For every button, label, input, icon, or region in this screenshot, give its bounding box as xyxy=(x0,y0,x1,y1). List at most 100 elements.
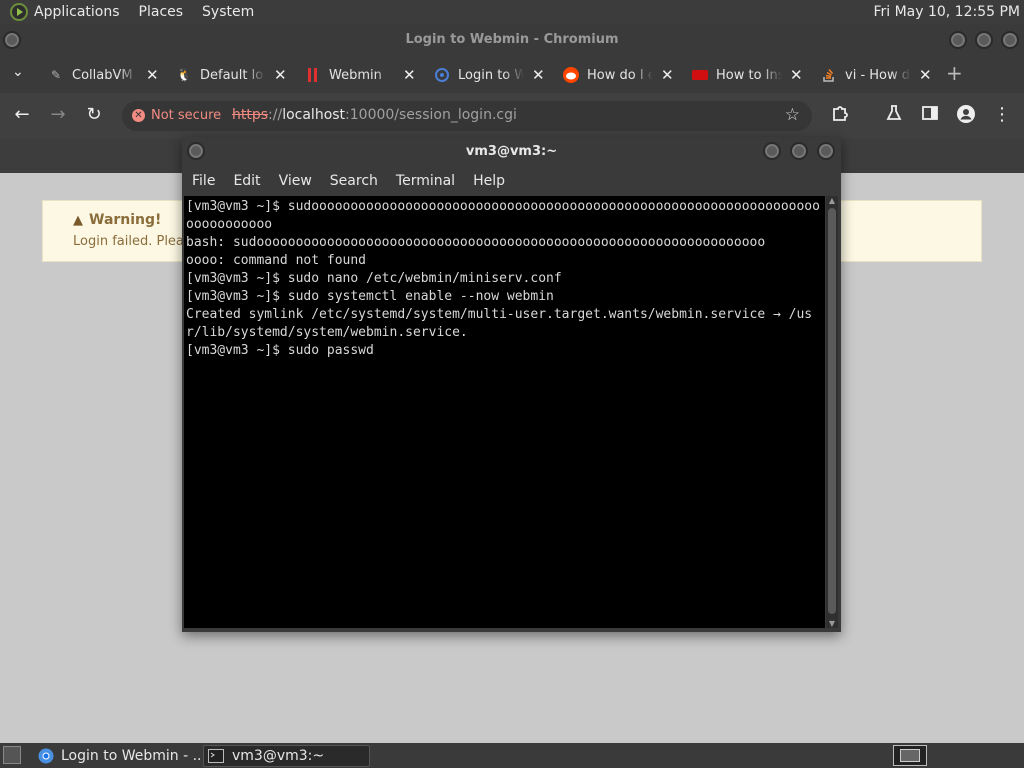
terminal-menu-help[interactable]: Help xyxy=(473,173,505,189)
terminal-menu-terminal[interactable]: Terminal xyxy=(396,173,455,189)
chrome-menu-kebab-icon[interactable]: ⋮ xyxy=(991,104,1013,125)
tab-search-chevron-icon[interactable]: ⌄ xyxy=(12,64,24,80)
tab-label: Login to W xyxy=(458,67,524,83)
browser-window-title: Login to Webmin - Chromium xyxy=(405,32,619,47)
extensions-puzzle-icon[interactable] xyxy=(829,104,851,127)
terminal-line: [vm3@vm3 ~]$ sudo passwd xyxy=(186,343,374,358)
taskbar-item-label: vm3@vm3:~ xyxy=(232,748,325,764)
terminal-menu-file[interactable]: File xyxy=(192,173,215,189)
close-window-button[interactable] xyxy=(1001,31,1019,49)
tab-how-to-install[interactable]: How to Ins ✕ xyxy=(692,60,803,90)
reddit-icon xyxy=(563,67,579,83)
tab-strip: ⌄ ✎ CollabVM ✕ 🐧 Default lo ✕ Webmin ✕ L… xyxy=(0,57,1024,93)
warning-heading: ▲ Warning! xyxy=(73,212,161,228)
terminal-scrollbar[interactable]: ▲ ▼ xyxy=(826,196,838,628)
labs-flask-icon[interactable] xyxy=(883,104,905,127)
url-scheme: https xyxy=(232,107,269,123)
terminal-window: vm3@vm3:~ File Edit View Search Terminal… xyxy=(182,137,841,632)
maximize-button[interactable] xyxy=(975,31,993,49)
workspace-switcher[interactable] xyxy=(893,745,927,766)
tab-close-icon[interactable]: ✕ xyxy=(403,66,416,84)
not-secure-icon: ✕ xyxy=(132,109,145,122)
terminal-titlebar[interactable]: vm3@vm3:~ xyxy=(182,137,841,167)
terminal-menubar: File Edit View Search Terminal Help xyxy=(182,167,841,195)
terminal-close-button[interactable] xyxy=(817,142,835,160)
bookmark-star-icon[interactable]: ☆ xyxy=(785,105,800,125)
terminal-line: ooooooooooo xyxy=(186,217,273,232)
browser-toolbar: ← → ↻ ✕ Not secure https://localhost:100… xyxy=(0,93,1024,139)
workspace-window-preview xyxy=(900,749,920,762)
tab-default-login[interactable]: 🐧 Default lo ✕ xyxy=(176,60,287,90)
address-bar[interactable]: ✕ Not secure https://localhost:10000/ses… xyxy=(122,101,812,131)
tab-close-icon[interactable]: ✕ xyxy=(274,66,287,84)
applications-menu[interactable]: Applications xyxy=(34,4,120,20)
tab-label: How do I e xyxy=(587,67,653,83)
tab-label: How to Ins xyxy=(716,67,782,83)
tab-webmin[interactable]: Webmin ✕ xyxy=(305,60,416,90)
taskbar-item-chromium[interactable]: Login to Webmin - ... xyxy=(34,745,206,767)
terminal-menu-view[interactable]: View xyxy=(279,173,312,189)
panel-clock[interactable]: Fri May 10, 12:55 PM xyxy=(873,0,1020,24)
back-arrow-icon[interactable]: ← xyxy=(11,104,33,125)
collabvm-icon: ✎ xyxy=(50,68,62,82)
taskbar-item-terminal[interactable]: vm3@vm3:~ xyxy=(203,745,370,767)
terminal-menu-edit[interactable]: Edit xyxy=(233,173,260,189)
red-badge-icon xyxy=(692,67,708,83)
warning-triangle-icon: ▲ xyxy=(73,212,83,228)
side-panel-icon[interactable] xyxy=(919,104,941,127)
terminal-title: vm3@vm3:~ xyxy=(465,144,558,159)
applications-menu-icon[interactable] xyxy=(10,3,28,21)
show-desktop-icon[interactable] xyxy=(3,746,21,764)
terminal-menu-search[interactable]: Search xyxy=(330,173,378,189)
panel-menu: Applications Places System xyxy=(0,0,273,24)
places-menu[interactable]: Places xyxy=(139,4,184,20)
scrollbar-thumb[interactable] xyxy=(828,208,836,614)
url-path: :10000/session_login.cgi xyxy=(345,107,517,123)
url-separator: :// xyxy=(268,107,283,123)
stackoverflow-icon xyxy=(821,67,837,83)
tab-close-icon[interactable]: ✕ xyxy=(146,66,159,84)
terminal-line: Created symlink /etc/systemd/system/mult… xyxy=(186,307,813,322)
terminal-line: [vm3@vm3 ~]$ sudoooooooooooooooooooooooo… xyxy=(186,199,820,214)
bottom-taskbar: Login to Webmin - ... vm3@vm3:~ xyxy=(0,743,1024,768)
terminal-line: oooo: command not found xyxy=(186,253,367,268)
not-secure-chip[interactable]: ✕ Not secure xyxy=(132,108,221,123)
url-host: localhost xyxy=(282,107,346,123)
terminal-line: bash: sudooooooooooooooooooooooooooooooo… xyxy=(186,235,766,250)
minimize-button[interactable] xyxy=(949,31,967,49)
terminal-output[interactable]: [vm3@vm3 ~]$ sudoooooooooooooooooooooooo… xyxy=(184,196,825,628)
scroll-down-arrow-icon[interactable]: ▼ xyxy=(826,619,838,628)
reload-icon[interactable]: ↻ xyxy=(83,104,105,125)
terminal-maximize-button[interactable] xyxy=(790,142,808,160)
linux-tux-icon: 🐧 xyxy=(176,68,192,82)
browser-titlebar[interactable]: Login to Webmin - Chromium xyxy=(0,24,1024,57)
system-menu[interactable]: System xyxy=(202,4,254,20)
forward-arrow-icon[interactable]: → xyxy=(47,104,69,125)
terminal-minimize-button[interactable] xyxy=(763,142,781,160)
top-panel: Applications Places System Fri May 10, 1… xyxy=(0,0,1024,24)
chromium-icon xyxy=(38,748,54,764)
not-secure-label: Not secure xyxy=(151,108,222,123)
profile-avatar-icon[interactable] xyxy=(955,104,977,129)
webmin-icon xyxy=(305,67,321,83)
terminal-line: [vm3@vm3 ~]$ sudo systemctl enable --now… xyxy=(186,289,554,304)
tab-label: Webmin xyxy=(329,67,382,83)
url-text[interactable]: https://localhost:10000/session_login.cg… xyxy=(232,107,517,123)
scroll-up-arrow-icon[interactable]: ▲ xyxy=(826,196,838,205)
tab-close-icon[interactable]: ✕ xyxy=(532,66,545,84)
tab-login-virtualmin[interactable]: Login to W ✕ xyxy=(434,60,545,90)
tab-close-icon[interactable]: ✕ xyxy=(790,66,803,84)
terminal-line: [vm3@vm3 ~]$ sudo nano /etc/webmin/minis… xyxy=(186,271,562,286)
virtualmin-icon xyxy=(434,67,450,83)
new-tab-plus-icon[interactable]: + xyxy=(946,61,963,85)
tab-label: CollabVM xyxy=(72,67,133,83)
tab-reddit[interactable]: How do I e ✕ xyxy=(563,60,674,90)
tab-label: Default lo xyxy=(200,67,264,83)
tab-close-icon[interactable]: ✕ xyxy=(919,66,932,84)
taskbar-item-label: Login to Webmin - ... xyxy=(61,748,206,764)
tab-close-icon[interactable]: ✕ xyxy=(661,66,674,84)
tab-stackoverflow-vi[interactable]: vi - How d ✕ xyxy=(821,60,932,90)
warning-title: Warning! xyxy=(89,212,162,228)
warning-message: Login failed. Please xyxy=(73,234,199,249)
tab-collabvm[interactable]: ✎ CollabVM ✕ xyxy=(48,60,159,90)
